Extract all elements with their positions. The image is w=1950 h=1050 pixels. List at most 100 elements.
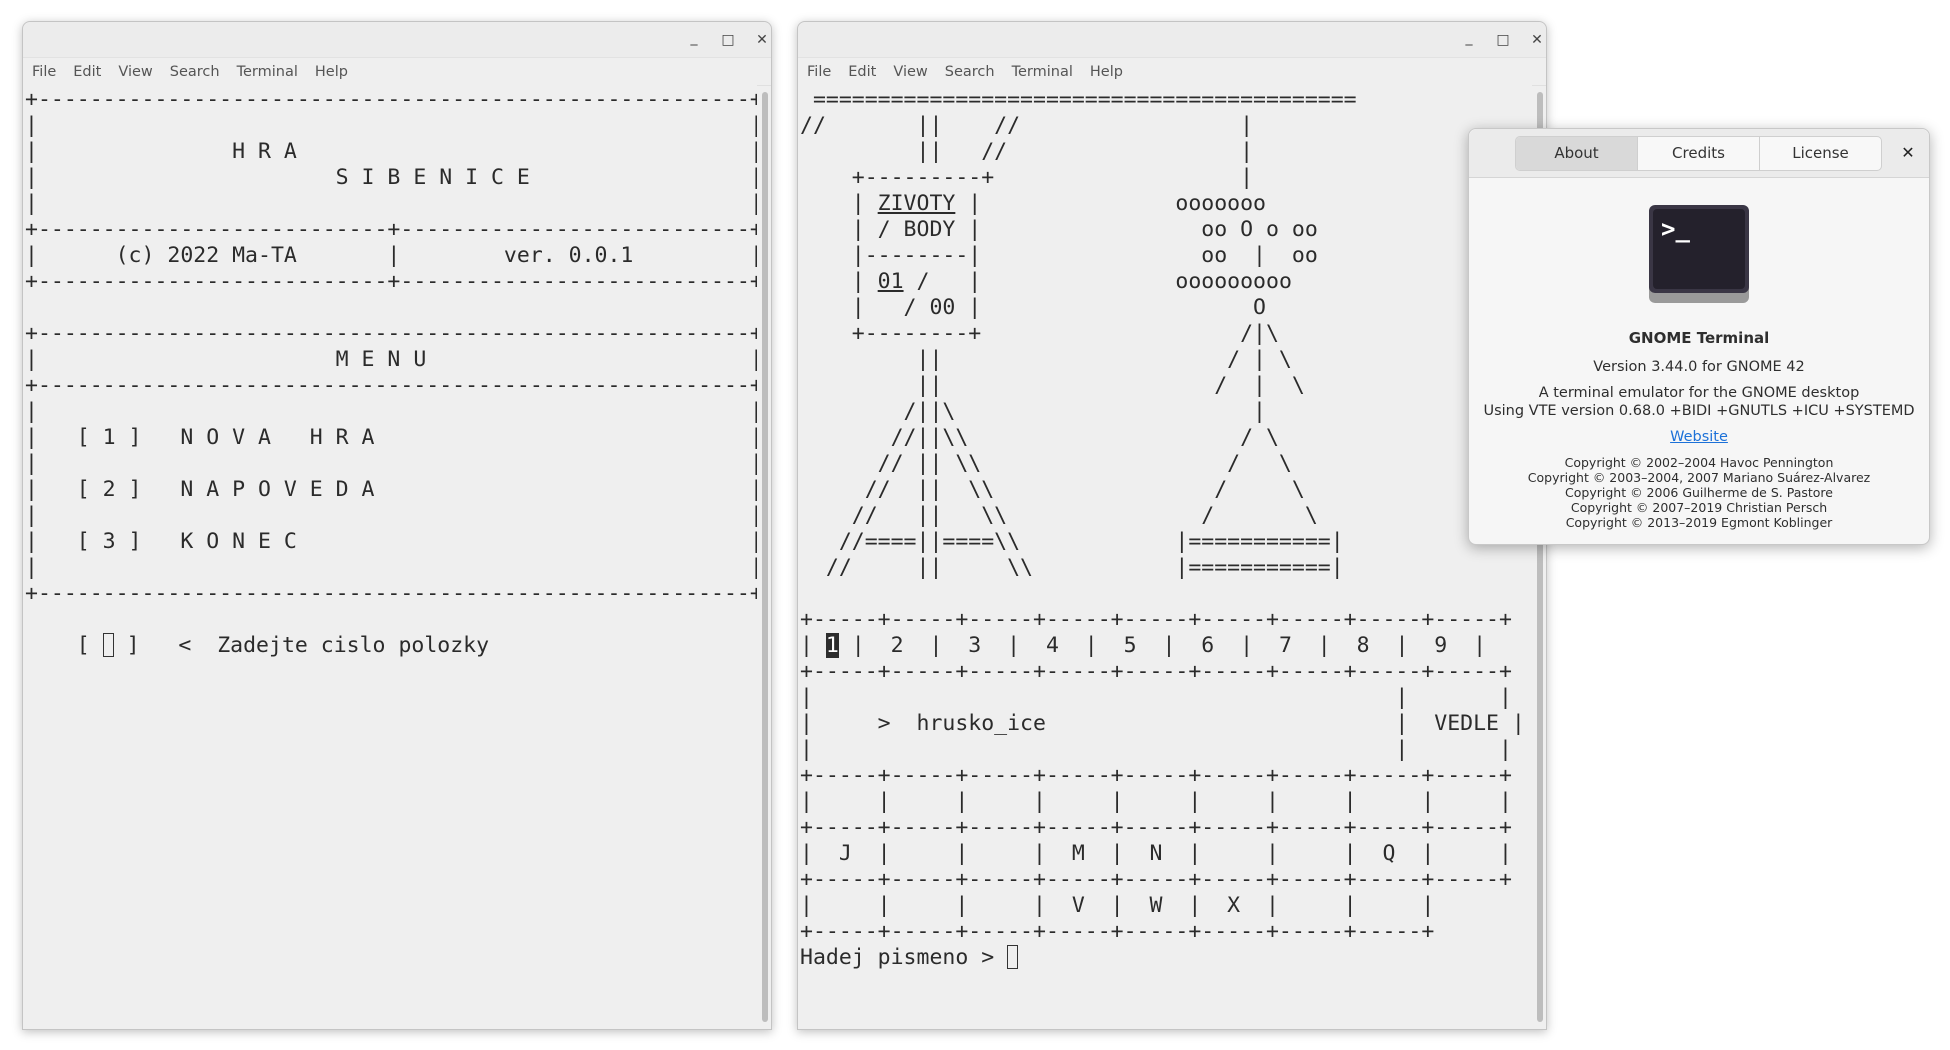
menu-edit[interactable]: Edit bbox=[73, 64, 101, 80]
left-scrollbar[interactable] bbox=[762, 92, 768, 1022]
copyright-line: Copyright © 2007–2019 Christian Persch bbox=[1570, 500, 1828, 515]
menu-terminal[interactable]: Terminal bbox=[237, 64, 298, 80]
copyright-line: Copyright © 2006 Guilherme de S. Pastore bbox=[1565, 485, 1833, 500]
art-line: ========================================… bbox=[812, 87, 1357, 112]
menu-view[interactable]: View bbox=[893, 64, 927, 80]
letter-prompt: Hadej pismeno > bbox=[800, 945, 1008, 970]
left-terminal-area[interactable]: +---------------------------------------… bbox=[23, 85, 757, 1029]
terminal-line: +---------------------------------------… bbox=[25, 321, 757, 346]
menu-search[interactable]: Search bbox=[945, 64, 995, 80]
menu-prompt-text: ] < Zadejte cislo polozky bbox=[113, 633, 490, 658]
menu-search[interactable]: Search bbox=[170, 64, 220, 80]
close-icon[interactable]: ✕ bbox=[1526, 29, 1548, 51]
right-terminal-window: _ □ ✕ File Edit View Search Terminal Hel… bbox=[797, 21, 1547, 1030]
art-line: |--------| oo | oo bbox=[851, 243, 1318, 268]
menu-edit[interactable]: Edit bbox=[848, 64, 876, 80]
tab-credits[interactable]: Credits bbox=[1638, 137, 1760, 170]
menu-view[interactable]: View bbox=[118, 64, 152, 80]
board-line: +-----+-----+-----+-----+-----+-----+---… bbox=[800, 815, 1512, 840]
board-line: | | | | V | W | X | | | bbox=[800, 893, 1435, 918]
left-titlebar: _ □ ✕ bbox=[23, 22, 771, 58]
left-terminal-text: +---------------------------------------… bbox=[23, 85, 757, 659]
board-line: | J | | | M | N | | | Q | | bbox=[800, 841, 1512, 866]
tab-row-border: +-----+-----+-----+-----+-----+-----+---… bbox=[800, 607, 1512, 632]
text-cursor[interactable] bbox=[102, 633, 114, 657]
terminal-line: +---------------------------+-----------… bbox=[25, 217, 757, 242]
terminal-line: | | bbox=[25, 191, 757, 216]
menu-terminal[interactable]: Terminal bbox=[1012, 64, 1073, 80]
art-line: // || // | bbox=[800, 113, 1254, 138]
board-line: +-----+-----+-----+-----+-----+-----+---… bbox=[800, 919, 1435, 944]
tab-license[interactable]: License bbox=[1760, 137, 1881, 170]
close-icon[interactable]: ✕ bbox=[751, 29, 773, 51]
tab-selected[interactable]: 1 bbox=[825, 633, 839, 658]
art-line: //====||====\\ |===========| bbox=[838, 529, 1344, 554]
right-terminal-area[interactable]: ========================================… bbox=[798, 85, 1532, 1029]
board-line: | > hrusko_ice | VEDLE | bbox=[800, 711, 1525, 736]
board-line: | | | bbox=[800, 737, 1512, 762]
tab-row: | 2 | 3 | 4 | 5 | 6 | 7 | 8 | 9 | bbox=[838, 633, 1487, 658]
app-name: GNOME Terminal bbox=[1628, 329, 1770, 347]
close-icon[interactable]: ✕ bbox=[1897, 142, 1919, 164]
tab-about[interactable]: About bbox=[1516, 137, 1638, 170]
terminal-icon-glyph: >_ bbox=[1661, 215, 1690, 243]
menu-file[interactable]: File bbox=[807, 64, 831, 80]
minimize-icon[interactable]: _ bbox=[683, 27, 705, 49]
art-line: || / | \ bbox=[916, 373, 1305, 398]
art-line: // || \\ |===========| bbox=[825, 555, 1344, 580]
copyright-line: Copyright © 2003–2004, 2007 Mariano Suár… bbox=[1527, 470, 1871, 485]
text-cursor[interactable] bbox=[1007, 945, 1019, 969]
maximize-icon[interactable]: □ bbox=[1492, 29, 1514, 51]
board-line: | | | | | | | | | | bbox=[800, 789, 1512, 814]
art-line: /||\ | bbox=[903, 399, 1266, 424]
left-menubar: File Edit View Search Terminal Help bbox=[23, 58, 771, 86]
right-menubar: File Edit View Search Terminal Help bbox=[798, 58, 1546, 86]
art-line: //||\\ / \ bbox=[890, 425, 1279, 450]
menu-file[interactable]: File bbox=[32, 64, 56, 80]
art-line: || // | bbox=[916, 139, 1254, 164]
terminal-line: | [ 2 ] N A P O V E D A | bbox=[25, 477, 757, 502]
maximize-icon[interactable]: □ bbox=[717, 29, 739, 51]
art-line: | / BODY | oo O o oo bbox=[851, 217, 1318, 242]
terminal-icon: >_ bbox=[1647, 203, 1751, 305]
art-line: // || \\ / \ bbox=[851, 503, 1318, 528]
minimize-icon[interactable]: _ bbox=[1458, 27, 1480, 49]
menu-help[interactable]: Help bbox=[1090, 64, 1123, 80]
app-version: Version 3.44.0 for GNOME 42 bbox=[1593, 359, 1805, 375]
terminal-line: | | bbox=[25, 555, 757, 580]
board-line: | | | bbox=[800, 685, 1512, 710]
zivoty-post: | ooooooo bbox=[955, 191, 1267, 216]
about-header: About Credits License ✕ bbox=[1469, 129, 1929, 178]
terminal-line: | H R A | bbox=[25, 139, 757, 164]
terminal-line: +---------------------------------------… bbox=[25, 373, 757, 398]
terminal-line: | | bbox=[25, 503, 757, 528]
terminal-line: | M E N U | bbox=[25, 347, 757, 372]
about-tabs: About Credits License bbox=[1515, 136, 1882, 171]
app-description: A terminal emulator for the GNOME deskto… bbox=[1538, 385, 1860, 401]
vte-version: Using VTE version 0.68.0 +BIDI +GNUTLS +… bbox=[1483, 403, 1915, 419]
website-link[interactable]: Website bbox=[1469, 429, 1929, 445]
terminal-line: +---------------------------+-----------… bbox=[25, 269, 757, 294]
lives-post: / | ooooooooo bbox=[903, 269, 1292, 294]
left-terminal-window: _ □ ✕ File Edit View Search Terminal Hel… bbox=[22, 21, 772, 1030]
terminal-line: | [ 3 ] K O N E C | bbox=[25, 529, 757, 554]
art-line: // || \\ / \ bbox=[877, 451, 1292, 476]
art-line: || / | \ bbox=[916, 347, 1292, 372]
art-line: +---------+ | bbox=[851, 165, 1254, 190]
board-line: +-----+-----+-----+-----+-----+-----+---… bbox=[800, 763, 1512, 788]
menu-prompt-prefix: [ bbox=[25, 633, 103, 658]
terminal-line: | S I B E N I C E | bbox=[25, 165, 757, 190]
board-line: +-----+-----+-----+-----+-----+-----+---… bbox=[800, 659, 1512, 684]
terminal-line: | | bbox=[25, 399, 757, 424]
terminal-line: +---------------------------------------… bbox=[25, 581, 757, 606]
copyright-line: Copyright © 2002–2004 Havoc Pennington bbox=[1564, 455, 1834, 470]
board-line: +-----+-----+-----+-----+-----+-----+---… bbox=[800, 867, 1512, 892]
right-titlebar: _ □ ✕ bbox=[798, 22, 1546, 58]
art-line: // || \\ / \ bbox=[864, 477, 1305, 502]
art-line: | / 00 | O bbox=[851, 295, 1266, 320]
copyright-line: Copyright © 2013–2019 Egmont Koblinger bbox=[1565, 515, 1833, 530]
menu-help[interactable]: Help bbox=[315, 64, 348, 80]
lives-pre: | bbox=[800, 269, 878, 294]
lives-value: 01 bbox=[877, 269, 904, 294]
lives-label: ZIVOTY bbox=[877, 191, 956, 216]
